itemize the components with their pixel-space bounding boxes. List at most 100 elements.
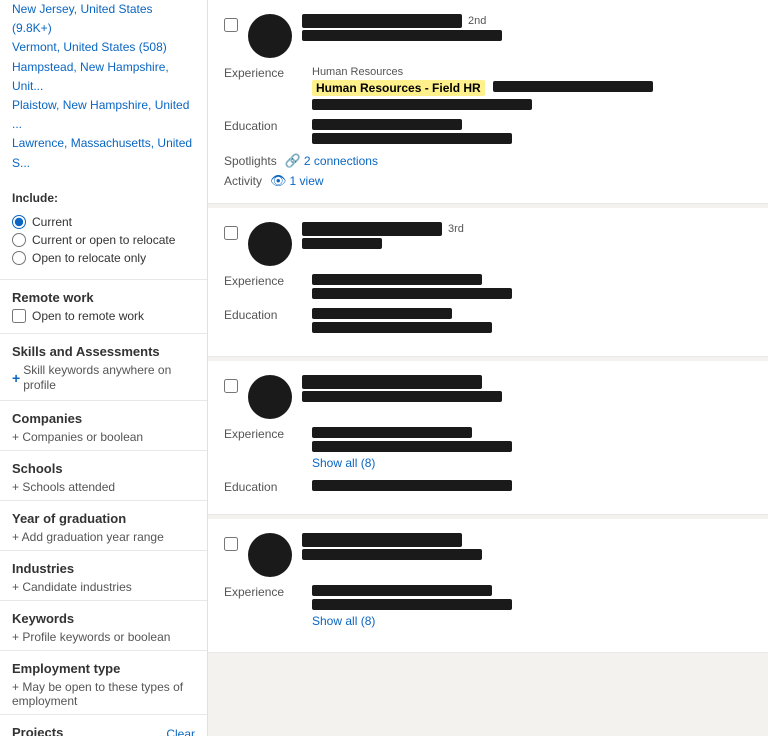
skills-title: Skills and Assessments	[12, 344, 195, 359]
exp-bar-3a	[312, 427, 472, 438]
exp-bar-2a	[312, 274, 482, 285]
education-label-2: Education	[224, 308, 304, 322]
checkbox-col-2	[224, 222, 238, 243]
degree-badge-2: 3rd	[448, 223, 464, 235]
spotlights-link-1[interactable]: 🔗 2 connections	[285, 153, 378, 169]
companies-link[interactable]: + Companies or boolean	[12, 430, 195, 444]
candidate-info-2: 3rd	[302, 222, 752, 253]
spotlights-label-1: Spotlights	[224, 154, 277, 168]
name-row-1: 2nd	[302, 14, 752, 28]
graduation-link[interactable]: + Add graduation year range	[12, 530, 195, 544]
degree-badge-1: 2nd	[468, 15, 486, 27]
experience-label-2: Experience	[224, 274, 304, 288]
location-item[interactable]: New Jersey, United States (9.8K+)	[12, 0, 195, 38]
keywords-title: Keywords	[12, 611, 195, 626]
edu-bar-2b	[312, 322, 492, 333]
schools-title: Schools	[12, 461, 195, 476]
graduation-link-text: + Add graduation year range	[12, 530, 164, 544]
experience-row-4: Experience Show all (8)	[224, 585, 752, 632]
include-label: Include:	[12, 191, 195, 205]
schools-section: Schools + Schools attended	[0, 451, 207, 501]
employment-section: Employment type + May be open to these t…	[0, 651, 207, 715]
avatar-3	[248, 375, 292, 419]
education-label-3: Education	[224, 480, 304, 494]
title-bar-2	[302, 238, 382, 249]
location-item[interactable]: Hampstead, New Hampshire, Unit...	[12, 58, 195, 96]
candidate-3-checkbox[interactable]	[224, 379, 238, 393]
checkbox-col-3	[224, 375, 238, 396]
skills-note: Skill keywords anywhere onprofile	[23, 363, 171, 394]
activity-label-1: Activity	[224, 174, 262, 188]
keywords-link[interactable]: + Profile keywords or boolean	[12, 630, 195, 644]
candidate-info-4	[302, 533, 752, 564]
experience-label-3: Experience	[224, 427, 304, 441]
location-item[interactable]: Vermont, United States (508)	[12, 38, 195, 57]
name-bar-1	[302, 14, 462, 28]
show-all-exp-3[interactable]: Show all (8)	[312, 456, 375, 470]
skills-link[interactable]: + Skill keywords anywhere onprofile	[12, 363, 195, 394]
candidate-4-checkbox[interactable]	[224, 537, 238, 551]
experience-highlight-1: Human Resources - Field HR	[312, 80, 752, 96]
edu-bar-3a	[312, 480, 512, 491]
graduation-section: Year of graduation + Add graduation year…	[0, 501, 207, 551]
candidate-info-3	[302, 375, 752, 406]
activity-link-1[interactable]: 👁 1 view	[270, 173, 324, 189]
connections-icon-1: 🔗	[285, 153, 301, 169]
industries-link[interactable]: + Candidate industries	[12, 580, 195, 594]
education-label-1: Education	[224, 119, 304, 133]
experience-values-3: Show all (8)	[312, 427, 752, 474]
remote-work-title: Remote work	[12, 290, 195, 305]
projects-clear-button[interactable]: Clear	[166, 727, 195, 736]
card-header-4	[224, 533, 752, 577]
exp-bar-3b	[312, 441, 512, 452]
checkbox-col-1	[224, 14, 238, 35]
employment-link[interactable]: + May be open to these types of employme…	[12, 680, 195, 708]
employment-link-text: + May be open to these types of employme…	[12, 680, 195, 708]
highlight-tag-1: Human Resources - Field HR	[312, 80, 485, 96]
spotlights-row-1: Spotlights 🔗 2 connections	[224, 153, 752, 169]
highlight-bold-1: HR	[463, 81, 480, 95]
location-item[interactable]: Lawrence, Massachusetts, United S...	[12, 134, 195, 172]
candidate-2-checkbox[interactable]	[224, 226, 238, 240]
projects-section: Projects Clear she her NH +	[0, 715, 207, 736]
location-item[interactable]: Plaistow, New Hampshire, United ...	[12, 96, 195, 134]
education-row-1: Education	[224, 119, 752, 147]
experience-label-4: Experience	[224, 585, 304, 599]
include-open-radio[interactable]	[12, 233, 26, 247]
checkbox-col-4	[224, 533, 238, 554]
eye-icon-1: 👁	[270, 173, 287, 189]
include-section: Include: Current Current or open to relo…	[0, 181, 207, 280]
show-all-exp-4[interactable]: Show all (8)	[312, 614, 375, 628]
title-bar-4	[302, 549, 482, 560]
title-bar-1	[302, 30, 502, 41]
keywords-section: Keywords + Profile keywords or boolean	[0, 601, 207, 651]
schools-link[interactable]: + Schools attended	[12, 480, 195, 494]
remote-work-checkbox[interactable]	[12, 309, 26, 323]
industries-link-text: + Candidate industries	[12, 580, 132, 594]
include-open[interactable]: Current or open to relocate	[12, 233, 195, 247]
candidate-1-checkbox[interactable]	[224, 18, 238, 32]
exp-bar-4b	[312, 599, 512, 610]
hr-category-1: Human Resources	[312, 66, 752, 78]
include-current[interactable]: Current	[12, 215, 195, 229]
name-row-3	[302, 375, 752, 389]
exp-bar-4a	[312, 585, 492, 596]
name-bar-2	[302, 222, 442, 236]
education-values-3	[312, 480, 752, 494]
include-current-radio[interactable]	[12, 215, 26, 229]
candidate-card-2: 3rd Experience Education	[208, 208, 768, 357]
activity-link-text-1: 1 view	[290, 174, 324, 188]
remote-work-checkbox-label[interactable]: Open to remote work	[12, 309, 195, 323]
companies-section: Companies + Companies or boolean	[0, 401, 207, 451]
spotlights-link-text-1: 2 connections	[304, 154, 378, 168]
include-relocate[interactable]: Open to relocate only	[12, 251, 195, 265]
include-relocate-label: Open to relocate only	[32, 251, 146, 265]
companies-title: Companies	[12, 411, 195, 426]
title-bar-3	[302, 391, 502, 402]
include-radio-group: Current Current or open to relocate Open…	[12, 211, 195, 273]
include-relocate-radio[interactable]	[12, 251, 26, 265]
projects-header: Projects Clear	[12, 725, 195, 736]
highlight-text-1: Human Resources - Field	[316, 81, 463, 95]
avatar-1	[248, 14, 292, 58]
projects-title: Projects	[12, 725, 63, 736]
